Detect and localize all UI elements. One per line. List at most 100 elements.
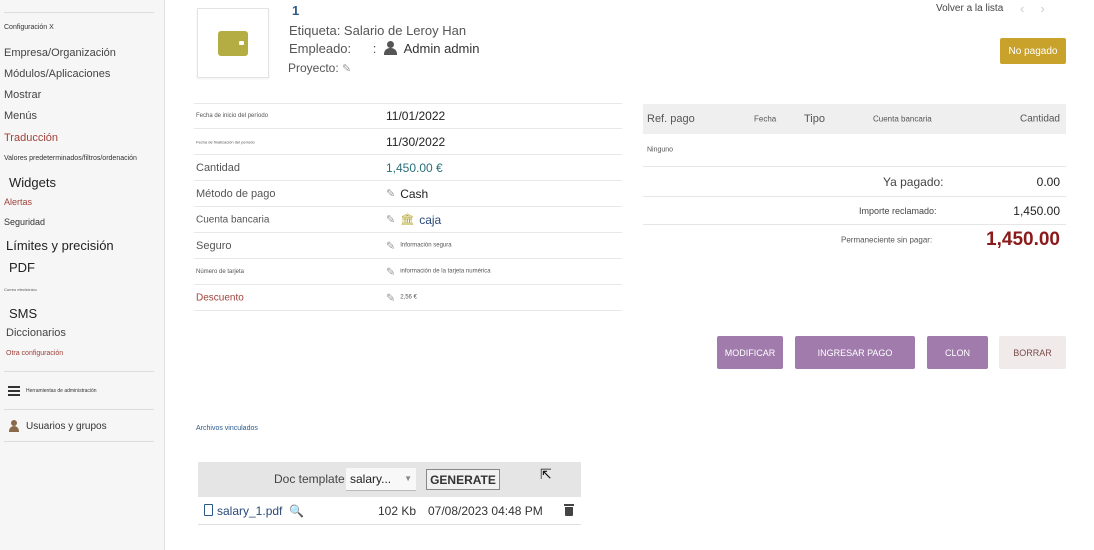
sidebar-divider <box>4 441 154 442</box>
sidebar-item-company[interactable]: Empresa/Organización <box>4 47 116 59</box>
sidebar-admin-tools[interactable]: Herramientas de administración <box>8 386 97 396</box>
period-start-label: Fecha de inicio del período <box>196 113 269 119</box>
record-thumbnail <box>197 8 269 78</box>
bank-account-link[interactable]: caja <box>419 213 441 227</box>
payment-method-label: Método de pago <box>196 187 276 200</box>
payments-header: Ref. pago Fecha Tipo Cuenta bancaria Can… <box>643 104 1066 134</box>
sidebar-item-dictionaries[interactable]: Diccionarios <box>6 327 66 339</box>
sidebar: Configuración X Empresa/Organización Mód… <box>0 0 165 550</box>
insurance-label: Seguro <box>196 239 232 252</box>
project-line: Proyecto: ✎ <box>288 61 351 75</box>
bank-account-value: ✎ 🏛 caja <box>386 213 441 227</box>
pdf-file-icon <box>204 504 213 516</box>
chevron-down-icon: ▼ <box>404 474 412 483</box>
claimed-row: Importe reclamado: 1,450.00 <box>643 197 1066 225</box>
chevron-right-icon[interactable]: › <box>1040 1 1060 16</box>
clone-button[interactable]: CLON <box>927 336 988 369</box>
fields-table: Fecha de inicio del período 11/01/2022 F… <box>194 103 622 311</box>
already-paid-row: Ya pagado: 0.00 <box>643 167 1066 197</box>
amount-label: Cantidad <box>196 161 241 174</box>
file-row: salary_1.pdf 🔍 102 Kb 07/08/2023 04:48 P… <box>198 497 581 525</box>
payments-table: Ref. pago Fecha Tipo Cuenta bancaria Can… <box>643 104 1066 255</box>
file-size: 102 Kb <box>378 504 417 518</box>
back-to-list-link[interactable]: Volver a la lista <box>936 3 1003 14</box>
col-type: Tipo <box>804 113 825 125</box>
amount-value: 1,450.00 € <box>386 160 443 175</box>
employee-label: Empleado: <box>289 41 352 56</box>
wallet-icon <box>218 30 248 56</box>
sidebar-item-widgets[interactable]: Widgets <box>9 175 56 190</box>
sidebar-item-modules[interactable]: Módulos/Aplicaciones <box>4 68 110 80</box>
chevron-left-icon[interactable]: ‹ <box>1020 1 1040 16</box>
claimed-value: 1,450.00 <box>1013 203 1060 218</box>
person-icon <box>384 41 398 55</box>
payment-method-value: ✎ Cash <box>386 187 428 201</box>
trash-icon[interactable] <box>564 504 574 516</box>
linked-files-link[interactable]: Archivos vinculados <box>196 425 258 432</box>
edit-pencil-icon[interactable]: ✎ <box>386 187 395 200</box>
sidebar-item-alerts[interactable]: Alertas <box>4 197 32 207</box>
delete-button[interactable]: BORRAR <box>999 336 1066 369</box>
tools-icon <box>8 386 20 396</box>
sidebar-item-menus[interactable]: Menús <box>4 110 37 122</box>
sidebar-item-defaults[interactable]: Valores predeterminados/filtros/ordenaci… <box>4 155 137 162</box>
sidebar-item-display[interactable]: Mostrar <box>4 89 41 101</box>
record-nav[interactable]: ‹› <box>1020 1 1061 16</box>
sidebar-item-pdf[interactable]: PDF <box>9 260 35 275</box>
insurance-text: Información segura <box>400 242 452 249</box>
edit-pencil-icon[interactable]: ✎ <box>386 239 395 252</box>
edit-pencil-icon[interactable]: ✎ <box>386 291 395 304</box>
field-row-bank-account: Cuenta bancaria ✎ 🏛 caja <box>194 207 622 233</box>
period-end-label: Fecha de finalización del período <box>196 139 255 144</box>
preview-zoom-icon[interactable]: 🔍 <box>289 504 304 518</box>
sidebar-users-groups[interactable]: Usuarios y grupos <box>8 420 107 432</box>
sidebar-item-translation[interactable]: Traducción <box>4 132 58 144</box>
payments-empty-row: Ninguno <box>643 134 1066 167</box>
field-row-amount: Cantidad 1,450.00 € <box>194 155 622 181</box>
user-icon <box>8 420 20 432</box>
remaining-label: Permaneciente sin pagar: <box>841 235 933 245</box>
edit-pencil-icon[interactable]: ✎ <box>342 62 351 75</box>
bank-icon: 🏛 <box>400 214 415 226</box>
period-start-value: 11/01/2022 <box>386 109 446 123</box>
record-ref: 1 <box>292 3 300 18</box>
field-row-discount: Descuento ✎ 2,56 € <box>194 285 622 311</box>
col-payment-ref: Ref. pago <box>647 113 695 125</box>
card-number-text: información de la tarjeta numérica <box>400 268 491 275</box>
sidebar-item-sms[interactable]: SMS <box>9 306 37 321</box>
sidebar-item-setup[interactable]: Configuración X <box>4 24 54 31</box>
field-row-payment-method: Método de pago ✎ Cash <box>194 181 622 207</box>
enter-payment-button[interactable]: INGRESAR PAGO <box>795 336 915 369</box>
edit-pencil-icon[interactable]: ✎ <box>386 213 395 226</box>
already-paid-value: 0.00 <box>1036 174 1060 189</box>
sidebar-item-other-setup[interactable]: Otra configuración <box>6 350 63 357</box>
sidebar-item-security[interactable]: Seguridad <box>4 217 45 227</box>
sidebar-item-limits[interactable]: Límites y precisión <box>6 238 114 253</box>
card-number-label: Número de tarjeta <box>196 268 245 275</box>
sidebar-divider <box>4 12 154 13</box>
app-window: Configuración X Empresa/Organización Mód… <box>0 0 1094 550</box>
field-row-period-end: Fecha de finalización del período 11/30/… <box>194 129 622 155</box>
doc-template-bar: Doc template salary... ▼ GENERATE <box>198 462 581 497</box>
remaining-row: Permaneciente sin pagar: 1,450.00 <box>643 225 1066 255</box>
insurance-value: ✎ Información segura <box>386 239 452 252</box>
payment-method-text: Cash <box>400 186 429 201</box>
project-label: Proyecto: <box>288 61 339 75</box>
doc-template-select[interactable]: salary... ▼ <box>346 468 416 491</box>
field-row-card-number: Número de tarjeta ✎ información de la ta… <box>194 259 622 285</box>
already-paid-label: Ya pagado: <box>883 174 944 189</box>
generate-button[interactable]: GENERATE <box>426 469 500 490</box>
file-name-link[interactable]: salary_1.pdf <box>217 504 282 518</box>
discount-text: 2,56 € <box>400 294 417 301</box>
payments-none: Ninguno <box>647 146 674 154</box>
modify-button[interactable]: MODIFICAR <box>717 336 783 369</box>
field-row-period-start: Fecha de inicio del período 11/01/2022 <box>194 103 622 129</box>
field-row-insurance: Seguro ✎ Información segura <box>194 233 622 259</box>
discount-value: ✎ 2,56 € <box>386 291 417 304</box>
file-date: 07/08/2023 04:48 PM <box>428 504 543 518</box>
admin-tools-label: Herramientas de administración <box>26 388 97 394</box>
employee-link[interactable]: Admin admin <box>404 41 480 56</box>
claimed-label: Importe reclamado: <box>859 205 937 216</box>
sidebar-item-email[interactable]: Correo electrónico <box>4 287 37 292</box>
edit-pencil-icon[interactable]: ✎ <box>386 265 395 278</box>
